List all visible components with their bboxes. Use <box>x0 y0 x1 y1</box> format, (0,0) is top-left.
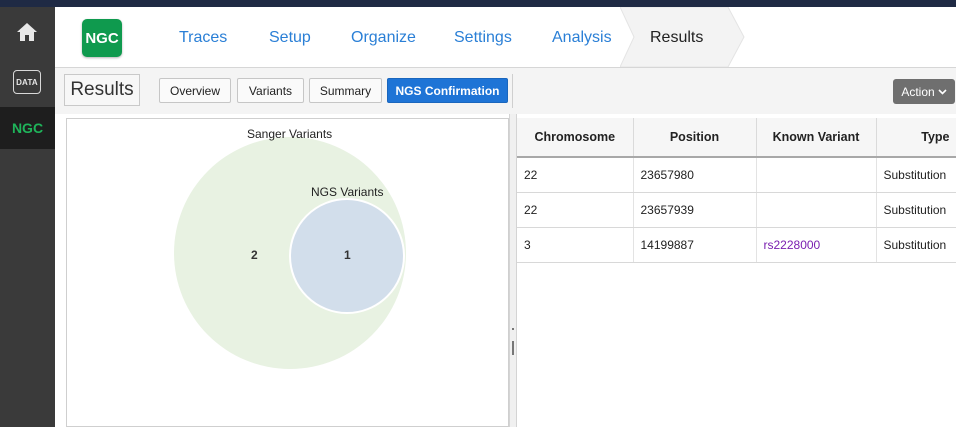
action-button[interactable]: Action <box>893 79 955 104</box>
rail-data-button[interactable]: DATA <box>6 65 48 99</box>
venn-count-overlap: 1 <box>344 248 351 262</box>
variants-button[interactable]: Variants <box>237 78 304 103</box>
table-row[interactable]: 22 23657939 Substitution <box>517 192 956 228</box>
left-rail: DATA NGC <box>0 7 55 427</box>
table-row[interactable]: 22 23657980 Substitution <box>517 157 956 193</box>
rail-home-button[interactable] <box>6 15 48 49</box>
variants-table-panel: Chromosome Position Known Variant Type 2… <box>517 118 956 427</box>
cell-position: 23657980 <box>633 157 757 193</box>
top-strip <box>0 0 956 7</box>
cell-known-variant <box>756 192 877 228</box>
splitter-dot <box>512 328 514 330</box>
summary-button[interactable]: Summary <box>309 78 382 103</box>
venn-diagram <box>174 137 406 369</box>
splitter-grip[interactable] <box>512 341 514 355</box>
column-header-chromosome[interactable]: Chromosome <box>517 118 634 158</box>
cell-type: Substitution <box>876 192 956 228</box>
ngc-logo[interactable]: NGC <box>82 19 122 57</box>
table-header-row: Chromosome Position Known Variant Type <box>517 118 956 158</box>
venn-panel: Sanger Variants NGS Variants 2 1 <box>66 118 509 427</box>
data-icon: DATA <box>13 70 41 94</box>
cell-type: Substitution <box>876 227 956 263</box>
chevron-down-icon <box>938 88 947 95</box>
tab-analysis[interactable]: Analysis <box>552 29 612 47</box>
toolbar-divider <box>512 74 513 108</box>
venn-label-ngs: NGS Variants <box>311 185 384 199</box>
venn-count-sanger-only: 2 <box>251 248 258 262</box>
top-nav: NGC Traces Setup Organize Settings Analy… <box>55 7 956 67</box>
home-icon <box>17 23 37 41</box>
table-row[interactable]: 3 14199887 rs2228000 Substitution <box>517 227 956 263</box>
results-title: Results <box>64 74 140 106</box>
cell-type: Substitution <box>876 157 956 193</box>
column-header-known-variant[interactable]: Known Variant <box>756 118 877 158</box>
ngs-confirmation-button[interactable]: NGS Confirmation <box>387 78 508 103</box>
rail-ngc-button[interactable]: NGC <box>0 107 55 149</box>
cell-chromosome: 3 <box>517 227 634 263</box>
cell-chromosome: 22 <box>517 157 634 193</box>
tab-organize[interactable]: Organize <box>351 29 416 47</box>
venn-label-sanger: Sanger Variants <box>247 127 333 141</box>
tab-settings[interactable]: Settings <box>454 29 512 47</box>
overview-button[interactable]: Overview <box>159 78 231 103</box>
cell-known-variant <box>756 157 877 193</box>
cell-chromosome: 22 <box>517 192 634 228</box>
action-label: Action <box>901 84 935 99</box>
column-header-position[interactable]: Position <box>633 118 757 158</box>
cell-position: 14199887 <box>633 227 757 263</box>
variants-table: Chromosome Position Known Variant Type 2… <box>517 118 956 263</box>
tab-results[interactable]: Results <box>650 29 703 47</box>
panel-splitter[interactable] <box>509 114 517 427</box>
cell-known-variant-link[interactable]: rs2228000 <box>756 227 877 263</box>
ngc-rail-label: NGC <box>11 120 44 136</box>
cell-position: 23657939 <box>633 192 757 228</box>
tab-setup[interactable]: Setup <box>269 29 311 47</box>
column-header-type[interactable]: Type <box>876 118 956 158</box>
tab-traces[interactable]: Traces <box>179 29 227 47</box>
results-toolbar: Results Overview Variants Summary NGS Co… <box>55 68 956 114</box>
